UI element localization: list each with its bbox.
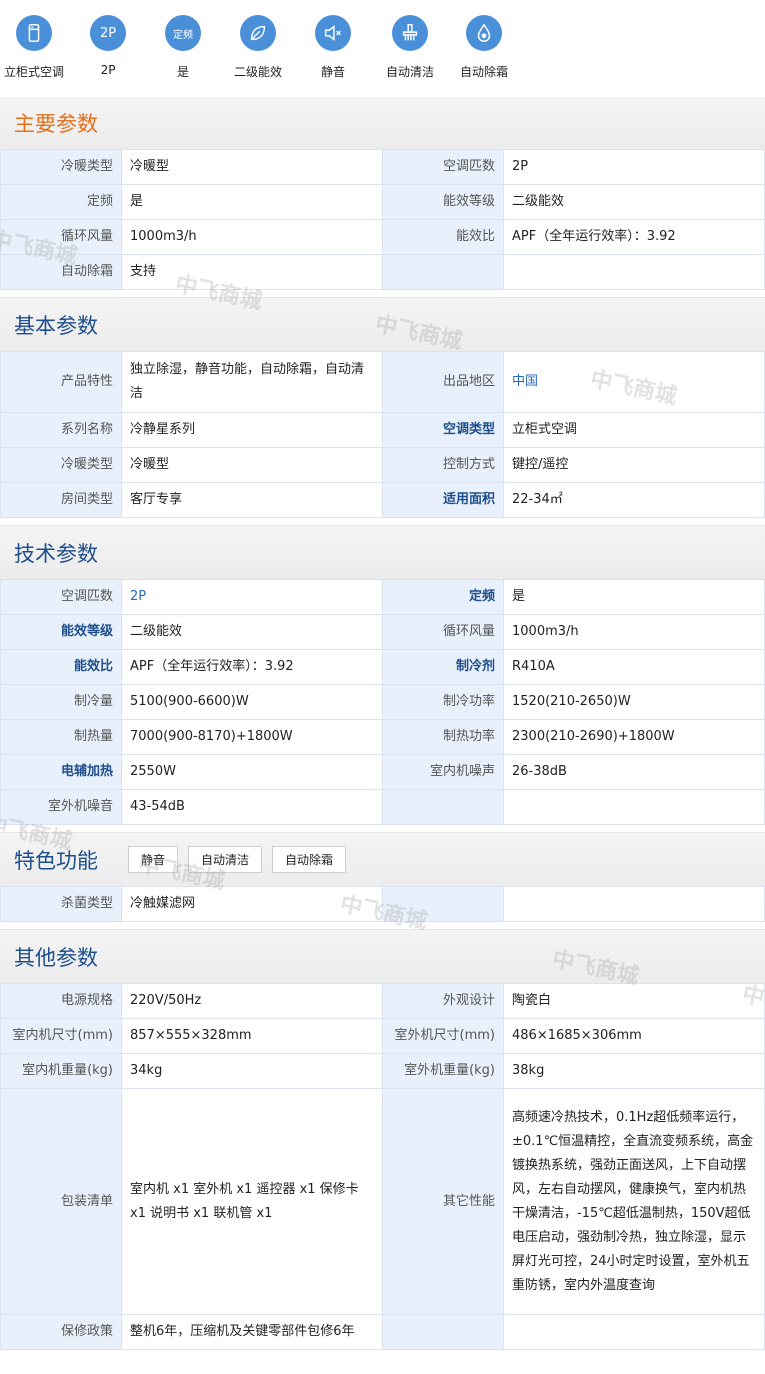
fixed-freq-icon: 定频 [165,15,201,51]
table-row: 电源规格 220V/50Hz 外观设计 陶瓷白 [0,983,765,1019]
icon-item-cabinet: 立柜式空调 [0,15,74,80]
table-row: 保修政策 整机6年，压缩机及关键零部件包修6年 [0,1314,765,1350]
icon-item-hp: 2P 2P [68,15,148,77]
table-row: 电辅加热 2550W 室内机噪声 26-38dB [0,754,765,790]
section-title-basic: 基本参数 [0,297,765,351]
table-row: 制冷量 5100(900-6600)W 制冷功率 1520(210-2650)W [0,684,765,720]
table-row: 冷暖类型 冷暖型 控制方式 键控/遥控 [0,447,765,483]
tag-mute: 静音 [128,846,179,873]
section-title-main: 主要参数 [0,97,765,149]
table-row: 室外机噪音 43-54dB [0,789,765,825]
mute-icon [315,15,351,51]
table-row: 能效等级 二级能效 循环风量 1000m3/h [0,614,765,650]
tag-auto-defrost: 自动除霜 [272,846,347,873]
cleaning-icon [392,15,428,51]
table-row: 杀菌类型 冷触媒滤网 [0,886,765,922]
leaf-icon [240,15,276,51]
table-row: 能效比 APF（全年运行效率）：3.92 制冷剂 R410A [0,649,765,685]
section-title-other: 其他参数 [0,929,765,983]
table-row: 系列名称 冷静星系列 空调类型 立柜式空调 [0,412,765,448]
table-row: 自动除霜 支持 [0,254,765,290]
other-params-table: 电源规格 220V/50Hz 外观设计 陶瓷白 室内机尺寸(mm) 857×555×3… [0,983,765,1350]
feature-table: 杀菌类型 冷触媒滤网 [0,886,765,922]
section-title-tech: 技术参数 [0,525,765,579]
table-row: 房间类型 客厅专享 适用面积 22-34㎡ [0,482,765,518]
section-title-feature: 特色功能 静音 自动清洁 自动除霜 [0,832,765,886]
table-row: 循环风量 1000m3/h 能效比 APF（全年运行效率）：3.92 [0,219,765,255]
table-row: 制热量 7000(900-8170)+1800W 制热功率 2300(210-269… [0,719,765,755]
table-row: 室内机重量(kg) 34kg 室外机重量(kg) 38kg [0,1053,765,1089]
basic-params-table: 产品特性 独立除湿，静音功能，自动除霜，自动清洁 出品地区 中国 系列名称 冷静星系列… [0,351,765,518]
icon-item-energy: 二级能效 [218,15,298,80]
fridge-icon [16,15,52,51]
table-row: 冷暖类型 冷暖型 空调匹数 2P [0,149,765,185]
table-row: 室内机尺寸(mm) 857×555×328mm 室外机尺寸(mm) 486×1685… [0,1018,765,1054]
2p-icon: 2P [90,15,126,51]
icon-item-fixed: 定频 是 [143,15,223,80]
table-row: 产品特性 独立除湿，静音功能，自动除霜，自动清洁 出品地区 中国 [0,351,765,413]
tag-auto-clean: 自动清洁 [188,846,263,873]
tech-params-table: 空调匹数 2P 定频是 能效等级 二级能效 循环风量 1000m3/h 能效比 APF（… [0,579,765,825]
icon-item-mute: 静音 [293,15,373,80]
main-params-table: 冷暖类型 冷暖型 空调匹数 2P 定频是 能效等级 二级能效 循环风量 1000m3/h… [0,149,765,290]
icon-item-defrost: 自动除霜 [444,15,524,80]
feature-icon-strip: 立柜式空调 2P 2P 定频 是 二级能效 静音 自动清洁 自动除霜 [0,0,765,97]
table-row: 空调匹数 2P 定频是 [0,579,765,615]
table-row: 包装清单 室内机 x1 室外机 x1 遥控器 x1 保修卡 x1 说明书 x1 联… [0,1088,765,1315]
defrost-icon [466,15,502,51]
icon-item-clean: 自动清洁 [370,15,450,80]
table-row: 定频是 能效等级 二级能效 [0,184,765,220]
feature-tags: 静音 自动清洁 自动除霜 [128,846,347,873]
